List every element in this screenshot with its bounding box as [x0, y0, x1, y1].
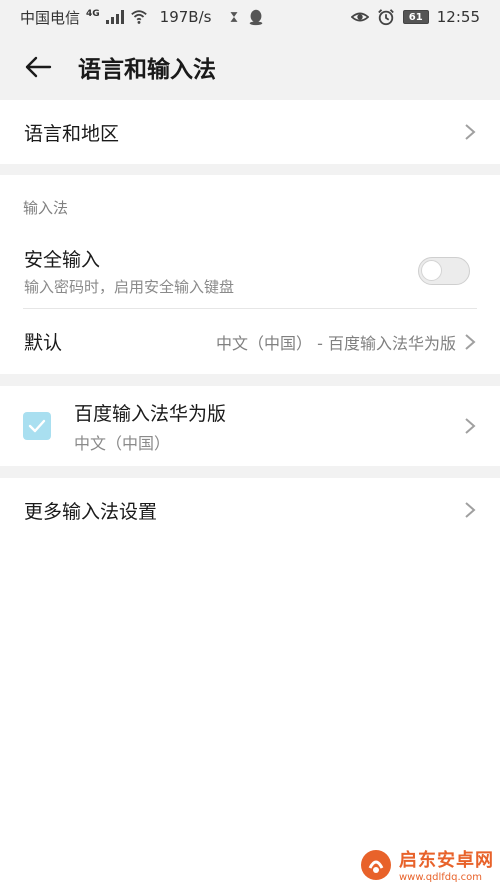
keyboard-checkbox[interactable] [23, 412, 51, 440]
chevron-right-icon [465, 124, 476, 140]
toggle-knob [421, 260, 442, 281]
wifi-icon [130, 10, 147, 24]
status-left: 中国电信 4G 197B/s [20, 7, 265, 28]
keyboard-name: 百度输入法华为版 [74, 402, 227, 425]
language-region-label: 语言和地区 [24, 122, 120, 145]
watermark-url: www.qdlfdq.com [399, 872, 483, 883]
chevron-right-icon [465, 418, 476, 434]
chevron-right-icon [465, 333, 476, 350]
carrier-label: 中国电信 [20, 8, 81, 27]
logo-icon [361, 849, 391, 880]
watermark-text: 启东安卓网 www.qdlfdq.com [399, 846, 494, 883]
more-settings-label: 更多输入法设置 [24, 500, 158, 523]
back-button[interactable] [18, 47, 58, 87]
watermark-title: 启东安卓网 [399, 850, 494, 871]
more-settings-card: 更多输入法设置 [0, 478, 500, 889]
keyboard-language: 中文（中国） [74, 433, 171, 453]
input-method-card: 输入法 安全输入 输入密码时，启用安全输入键盘 默认 中文（中国） - 百度输入… [0, 175, 500, 374]
eye-icon [350, 12, 369, 22]
clock: 12:55 [436, 8, 480, 26]
qq-icon [250, 9, 263, 26]
keyboard-item[interactable]: 百度输入法华为版 中文（中国） [0, 386, 500, 466]
secure-input-item[interactable]: 安全输入 输入密码时，启用安全输入键盘 [0, 235, 500, 307]
keyboard-text: 百度输入法华为版 中文（中国） [74, 399, 226, 454]
watermark: 启东安卓网 www.qdlfdq.com [359, 846, 494, 883]
default-input-label: 默认 [24, 332, 63, 354]
check-icon [28, 419, 46, 433]
network-type: 4G [86, 8, 100, 19]
network-speed: 197B/s [159, 8, 212, 26]
settings-screen: 中国电信 4G 197B/s 61 12:55 语言和输入法 语言和地区 输入法… [0, 0, 500, 889]
back-arrow-icon [25, 56, 52, 78]
section-header-input-method: 输入法 [23, 199, 69, 217]
signal-icon [105, 10, 124, 24]
alarm-icon [377, 9, 394, 26]
status-right: 61 12:55 [350, 8, 480, 26]
more-settings-item[interactable]: 更多输入法设置 [0, 478, 500, 542]
secure-input-text: 安全输入 输入密码时，启用安全输入键盘 [24, 245, 234, 297]
secure-input-label: 安全输入 [24, 249, 101, 271]
secure-input-toggle[interactable] [418, 257, 470, 285]
default-input-item[interactable]: 默认 中文（中国） - 百度输入法华为版 [0, 309, 500, 374]
page-title: 语言和输入法 [78, 57, 216, 83]
secure-input-description: 输入密码时，启用安全输入键盘 [24, 278, 235, 296]
battery-icon: 61 [402, 10, 429, 24]
chevron-right-icon [465, 502, 476, 518]
status-bar: 中国电信 4G 197B/s 61 12:55 [0, 0, 500, 34]
language-card: 语言和地区 [0, 100, 500, 164]
app-bar: 语言和输入法 [0, 34, 500, 100]
hourglass-icon [230, 12, 238, 22]
language-region-item[interactable]: 语言和地区 [0, 100, 500, 164]
default-input-value: 中文（中国） - 百度输入法华为版 [216, 333, 456, 353]
keyboard-card: 百度输入法华为版 中文（中国） [0, 386, 500, 466]
